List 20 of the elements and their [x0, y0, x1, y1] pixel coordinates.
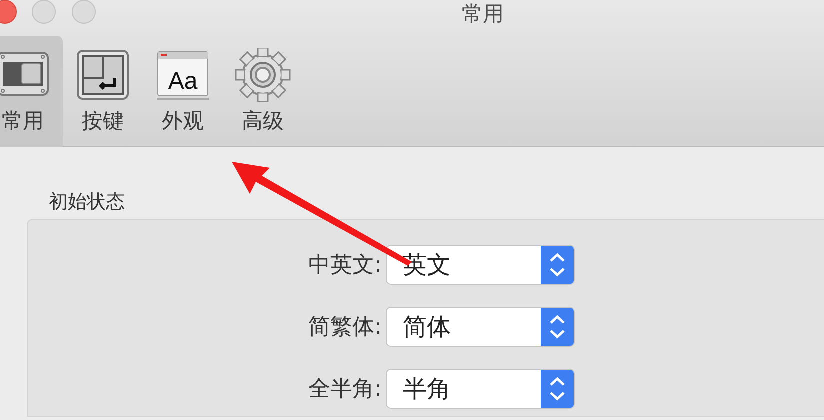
zoom-button[interactable] [72, 0, 96, 24]
toolbar-tab[interactable]: Aa 外观 [143, 36, 223, 147]
field-label: 全半角: [308, 376, 382, 402]
stepper-icon [541, 308, 574, 346]
stepper-icon [541, 246, 574, 284]
popup-select[interactable]: 简体 [386, 307, 575, 347]
close-button[interactable] [0, 0, 17, 24]
toolbar-tab[interactable]: 高级 [223, 36, 303, 147]
icon-text: Aa [168, 68, 198, 95]
field-label: 中英文: [308, 252, 382, 278]
toolbar-tab[interactable]: 常用 [0, 36, 63, 147]
toolbar-tab[interactable]: 按键 [63, 36, 143, 147]
minimize-button[interactable] [32, 0, 56, 24]
popup-select[interactable]: 半角 [386, 369, 575, 409]
stepper-icon [541, 370, 574, 408]
window-title: 常用 [462, 1, 504, 28]
group-title: 初始状态 [49, 190, 125, 214]
field-label: 简繁体: [308, 314, 382, 340]
gear-icon [235, 48, 291, 102]
keyboard-key-icon [75, 48, 131, 102]
